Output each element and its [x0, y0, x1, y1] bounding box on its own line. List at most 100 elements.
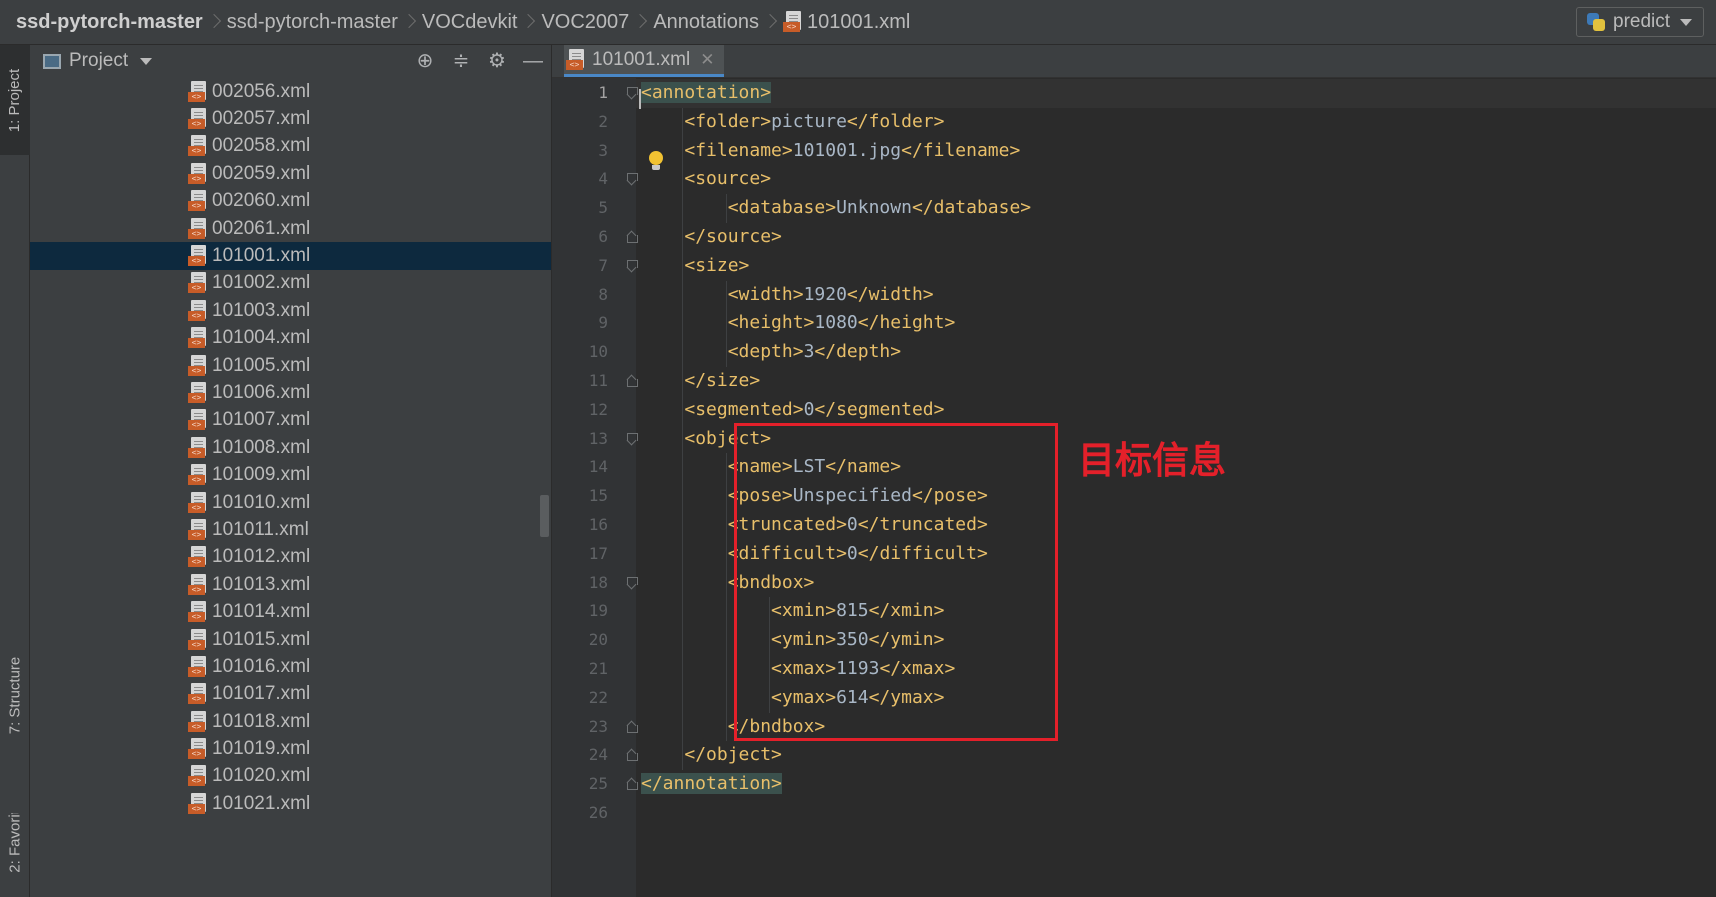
code-line: 8 <width>1920</width> [598, 281, 1716, 310]
file-tree-item[interactable]: <> 101012.xml [30, 544, 551, 571]
gear-icon[interactable]: ⚙ [485, 49, 509, 73]
file-tree-item[interactable]: <> 101020.xml [30, 763, 551, 790]
navigation-bar: ssd-pytorch-master ssd-pytorch-master VOCd… [0, 0, 1716, 45]
file-tree-item[interactable]: <> 101018.xml [30, 708, 551, 735]
file-name: 101020.xml [212, 765, 311, 787]
breadcrumb-item[interactable]: VOCdevkit [422, 11, 518, 34]
file-tree-item[interactable]: <> 002056.xml [30, 78, 551, 105]
file-tree-item[interactable]: <> 101017.xml [30, 681, 551, 708]
xml-file-icon: <> [188, 108, 208, 130]
scrollbar-thumb[interactable] [540, 495, 549, 537]
file-name: 101005.xml [212, 354, 311, 376]
fold-marker-icon[interactable] [627, 576, 638, 588]
line-number: 9 [598, 313, 608, 333]
file-tree-item[interactable]: <> 101015.xml [30, 626, 551, 653]
xml-file-icon: <> [188, 354, 208, 377]
line-number: 5 [598, 198, 608, 218]
file-tree-item[interactable]: <> 101019.xml [30, 735, 551, 762]
project-panel-header: Project ⊕ ≑ ⚙ — [30, 45, 551, 77]
code-text: <folder>picture</folder> [684, 110, 945, 132]
fold-marker-icon[interactable] [627, 231, 638, 243]
file-tree-item[interactable]: <> 101009.xml [30, 461, 551, 488]
file-tree-item[interactable]: <> 101013.xml [30, 571, 551, 598]
breadcrumb-item[interactable]: ssd-pytorch-master [227, 11, 398, 34]
file-name: 002056.xml [212, 80, 311, 102]
fold-marker-icon[interactable] [627, 259, 638, 271]
fold-marker-icon[interactable] [627, 721, 638, 733]
file-tree-item[interactable]: <> 101004.xml [30, 325, 551, 352]
xml-file-icon: <> [188, 190, 208, 212]
fold-marker-icon[interactable] [627, 749, 638, 762]
collapse-all-icon[interactable]: ≑ [449, 49, 473, 73]
file-tree-item[interactable]: <> 101001.xml [30, 242, 551, 270]
file-name: 002057.xml [212, 108, 311, 130]
editor-tab[interactable]: <> 101001.xml ✕ [564, 45, 725, 77]
code-text: <segmented>0</segmented> [684, 398, 945, 420]
fold-marker-icon[interactable] [627, 87, 638, 98]
file-name: 101018.xml [212, 710, 311, 732]
code-line: 7 <size> [598, 252, 1716, 281]
code-text: <width>1920</width> [727, 283, 934, 305]
file-tree-item[interactable]: <> 101006.xml [30, 379, 551, 406]
code-line: 24 </object> [589, 741, 1716, 770]
locate-icon[interactable]: ⊕ [413, 49, 437, 73]
file-tree-item[interactable]: <> 002061.xml [30, 215, 551, 242]
file-name: 101004.xml [212, 327, 311, 349]
tool-tab-project[interactable]: 1: Project [0, 45, 30, 155]
file-tree-item[interactable]: <> 101014.xml [30, 598, 551, 625]
line-number: 6 [598, 227, 608, 246]
lightbulb-icon[interactable] [648, 151, 664, 173]
hide-icon[interactable]: — [521, 49, 545, 73]
file-tree-item[interactable]: <> 002059.xml [30, 160, 551, 187]
breadcrumb-item[interactable]: Annotations [653, 11, 759, 34]
file-tree-item[interactable]: <> 101010.xml [30, 489, 551, 516]
tool-tab-favorites[interactable]: 2: Favorites [0, 813, 30, 897]
file-tree-item[interactable]: <> 101007.xml [30, 407, 551, 434]
file-name: 101011.xml [212, 518, 309, 540]
xml-file-icon: <> [188, 272, 208, 294]
file-tree-item[interactable]: <> 101002.xml [30, 270, 551, 297]
xml-file-icon: <> [188, 765, 208, 787]
code-text: <annotation> [641, 82, 772, 103]
line-number: 1 [598, 83, 608, 102]
file-tree-item[interactable]: <> 101003.xml [30, 297, 551, 324]
run-configuration-selector[interactable]: predict [1576, 7, 1704, 37]
file-tree-item[interactable]: <> 002058.xml [30, 133, 551, 160]
indent-guide [725, 280, 727, 367]
line-number: 24 [588, 745, 608, 765]
tool-tab-structure[interactable]: 7: Structure [0, 635, 30, 755]
breadcrumb-item[interactable]: ssd-pytorch-master [16, 11, 203, 34]
code-text: <depth>3</depth> [727, 341, 902, 363]
xml-file-icon: <> [188, 299, 208, 322]
file-tree-item[interactable]: <> 101005.xml [30, 352, 551, 379]
line-number: 25 [588, 774, 608, 794]
project-view-selector[interactable]: Project [69, 50, 128, 72]
file-tree-item[interactable]: <> 101011.xml [30, 516, 551, 543]
code-text: </object> [684, 744, 782, 766]
xml-file-icon: <> [188, 162, 208, 185]
file-name: 101017.xml [212, 683, 311, 705]
file-tree-item[interactable]: <> 101016.xml [30, 653, 551, 680]
file-tree-item[interactable]: <> 101021.xml [30, 790, 551, 817]
file-tree-item[interactable]: <> 101008.xml [30, 434, 551, 461]
fold-marker-icon[interactable] [627, 778, 638, 791]
xml-file-icon: <> [188, 436, 208, 459]
indent-guide [725, 194, 727, 223]
code-line: 3 <filename>101001.jpg</filename> [598, 137, 1716, 166]
close-icon[interactable]: ✕ [700, 50, 714, 70]
file-name: 101013.xml [212, 573, 311, 595]
breadcrumb-item[interactable]: VOC2007 [541, 11, 629, 34]
file-tree-item[interactable]: <> 002057.xml [30, 105, 551, 132]
line-number: 12 [588, 399, 608, 419]
xml-file-icon: <> [188, 409, 208, 431]
breadcrumb-item[interactable]: 101001.xml [807, 11, 910, 34]
file-tree-item[interactable]: <> 002060.xml [30, 188, 551, 215]
fold-marker-icon[interactable] [627, 432, 638, 444]
fold-marker-icon[interactable] [627, 375, 638, 387]
chevron-right-icon [523, 12, 533, 32]
line-number: 3 [598, 140, 608, 160]
chevron-right-icon [404, 12, 414, 32]
fold-marker-icon[interactable] [627, 173, 638, 184]
chevron-down-icon[interactable] [140, 57, 153, 65]
line-number: 20 [588, 630, 608, 650]
